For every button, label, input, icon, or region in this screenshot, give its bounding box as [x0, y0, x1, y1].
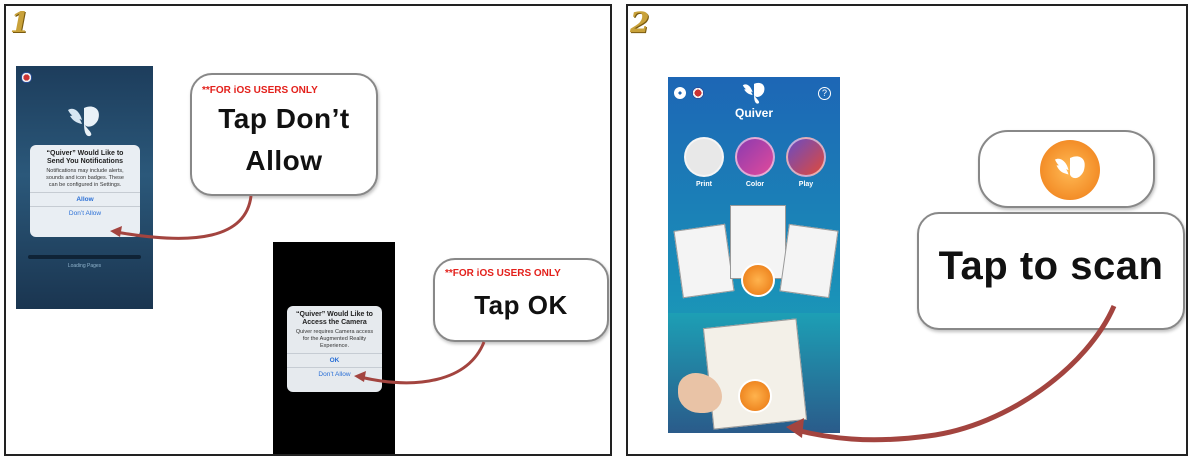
dont-allow-arrowhead — [110, 226, 122, 237]
scan-arrow — [795, 305, 1117, 443]
ok-arrowhead — [354, 371, 366, 382]
step-2-panel: 2 ? Quiver Print Color Play Tap to scan — [626, 4, 1188, 456]
arrows-overlay — [110, 195, 486, 385]
dont-allow-arrow — [115, 195, 253, 240]
scan-arrow-overlay — [786, 305, 1117, 443]
ok-arrow — [359, 341, 486, 385]
step-1-panel: 1 “Quiver” Would Like to Send You Notifi… — [4, 4, 612, 456]
scan-arrowhead — [786, 418, 804, 438]
